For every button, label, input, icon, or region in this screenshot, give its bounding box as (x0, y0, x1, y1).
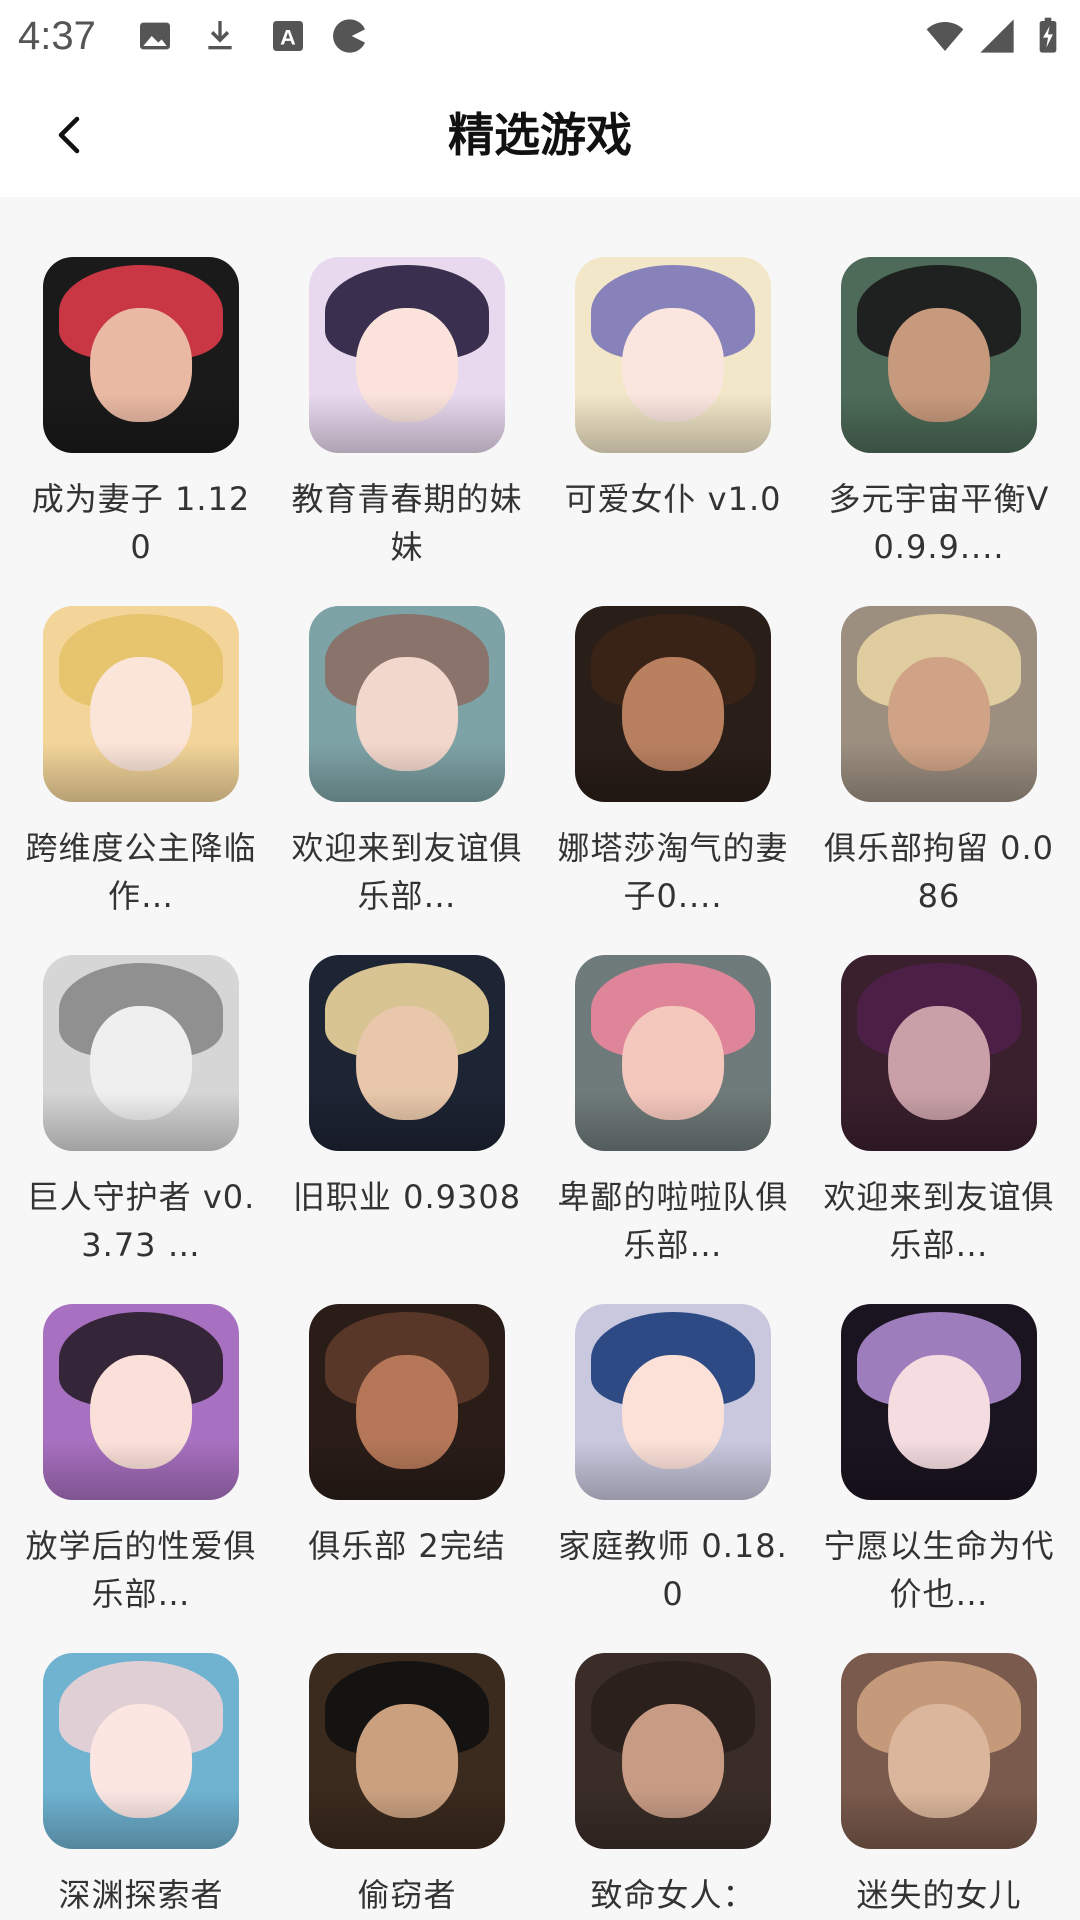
game-title: 家庭教师 0.18.0 (558, 1527, 788, 1613)
game-tile[interactable]: 可爱女仆 v1.0 (540, 257, 806, 523)
thumbnail-shade (309, 743, 505, 802)
svg-text:A: A (280, 24, 296, 49)
game-thumbnail (575, 257, 771, 453)
game-tile[interactable]: 深渊探索者 (8, 1653, 274, 1919)
game-thumbnail (575, 606, 771, 802)
game-thumbnail (43, 606, 239, 802)
game-tile[interactable]: 俱乐部 2完结 (274, 1304, 540, 1570)
page-title: 精选游戏 (448, 108, 632, 162)
thumbnail-shade (43, 743, 239, 802)
game-title: 教育青春期的妹妹 (291, 480, 523, 566)
game-title: 成为妻子 1.120 (31, 480, 251, 566)
text-a-icon: A (268, 16, 308, 56)
thumbnail-shade (309, 394, 505, 453)
game-title: 放学后的性爱俱乐部… (25, 1527, 257, 1613)
game-tile[interactable]: 教育青春期的妹妹 (274, 257, 540, 571)
game-title: 欢迎来到友谊俱乐部… (823, 1178, 1055, 1264)
thumbnail-shade (841, 1092, 1037, 1151)
game-tile[interactable]: 旧职业 0.9308 (274, 955, 540, 1221)
game-title: 多元宇宙平衡V0.9.9.... (828, 480, 1050, 566)
thumbnail-shade (575, 1790, 771, 1849)
game-tile[interactable]: 多元宇宙平衡V0.9.9.... (806, 257, 1072, 571)
thumbnail-shade (43, 1092, 239, 1151)
game-thumbnail (43, 257, 239, 453)
game-tile[interactable]: 迷失的女儿 (806, 1653, 1072, 1919)
game-tile[interactable]: 娜塔莎淘气的妻子0.... (540, 606, 806, 920)
game-tile[interactable]: 家庭教师 0.18.0 (540, 1304, 806, 1618)
wifi-icon (925, 16, 965, 56)
game-title: 巨人守护者 v0.3.73 … (26, 1178, 256, 1264)
game-tile[interactable]: 致命女人： (540, 1653, 806, 1919)
game-thumbnail (841, 955, 1037, 1151)
game-thumbnail (841, 257, 1037, 453)
thumbnail-shade (575, 743, 771, 802)
image-icon (135, 16, 175, 56)
thumbnail-shade (841, 1441, 1037, 1500)
game-thumbnail (309, 606, 505, 802)
thumbnail-shade (43, 1790, 239, 1849)
game-title: 旧职业 0.9308 (292, 1178, 522, 1216)
app-bar: 精选游戏 (0, 75, 1080, 197)
game-title: 俱乐部拘留 0.086 (823, 829, 1055, 915)
game-tile[interactable]: 放学后的性爱俱乐部… (8, 1304, 274, 1618)
game-grid: 成为妻子 1.120 教育青春期的妹妹 可爱女仆 v1.0 多元宇宙平衡V0.9.9.… (0, 197, 1080, 1920)
game-tile[interactable]: 欢迎来到友谊俱乐部… (806, 955, 1072, 1269)
status-time: 4:37 (18, 14, 96, 58)
thumbnail-shade (575, 1441, 771, 1500)
game-tile[interactable]: 偷窃者 (274, 1653, 540, 1919)
thumbnail-shade (43, 394, 239, 453)
thumbnail-shade (841, 743, 1037, 802)
game-thumbnail (309, 257, 505, 453)
game-thumbnail (43, 1304, 239, 1500)
game-tile[interactable]: 欢迎来到友谊俱乐部… (274, 606, 540, 920)
thumbnail-shade (309, 1790, 505, 1849)
game-tile[interactable]: 俱乐部拘留 0.086 (806, 606, 1072, 920)
thumbnail-shade (575, 394, 771, 453)
game-title: 娜塔莎淘气的妻子0.... (557, 829, 789, 915)
battery-icon (1028, 16, 1068, 56)
game-title: 致命女人： (590, 1876, 756, 1914)
game-tile[interactable]: 卑鄙的啦啦队俱乐部… (540, 955, 806, 1269)
thumbnail-shade (309, 1441, 505, 1500)
pacman-icon (330, 16, 370, 56)
game-thumbnail (43, 1653, 239, 1849)
game-title: 迷失的女儿 (856, 1876, 1022, 1914)
game-title: 可爱女仆 v1.0 (564, 480, 782, 518)
game-title: 宁愿以生命为代价也… (823, 1527, 1055, 1613)
game-thumbnail (43, 955, 239, 1151)
game-thumbnail (575, 1653, 771, 1849)
signal-icon (977, 16, 1017, 56)
game-tile[interactable]: 跨维度公主降临 作… (8, 606, 274, 920)
game-tile[interactable]: 巨人守护者 v0.3.73 … (8, 955, 274, 1269)
game-title: 深渊探索者 (58, 1876, 224, 1914)
game-tile[interactable]: 宁愿以生命为代价也… (806, 1304, 1072, 1618)
game-title: 欢迎来到友谊俱乐部… (291, 829, 523, 915)
game-thumbnail (841, 1653, 1037, 1849)
game-thumbnail (309, 1304, 505, 1500)
thumbnail-shade (309, 1092, 505, 1151)
game-title: 跨维度公主降临 作… (25, 829, 257, 915)
game-tile[interactable]: 成为妻子 1.120 (8, 257, 274, 571)
game-thumbnail (575, 955, 771, 1151)
game-thumbnail (841, 1304, 1037, 1500)
status-bar: 4:37 A (0, 0, 1080, 75)
game-title: 偷窃者 (357, 1876, 457, 1914)
thumbnail-shade (575, 1092, 771, 1151)
game-thumbnail (841, 606, 1037, 802)
download-icon (200, 16, 240, 56)
thumbnail-shade (841, 394, 1037, 453)
thumbnail-shade (43, 1441, 239, 1500)
game-thumbnail (309, 1653, 505, 1849)
game-title: 卑鄙的啦啦队俱乐部… (557, 1178, 789, 1264)
game-thumbnail (309, 955, 505, 1151)
game-thumbnail (575, 1304, 771, 1500)
thumbnail-shade (841, 1790, 1037, 1849)
game-title: 俱乐部 2完结 (308, 1527, 506, 1565)
